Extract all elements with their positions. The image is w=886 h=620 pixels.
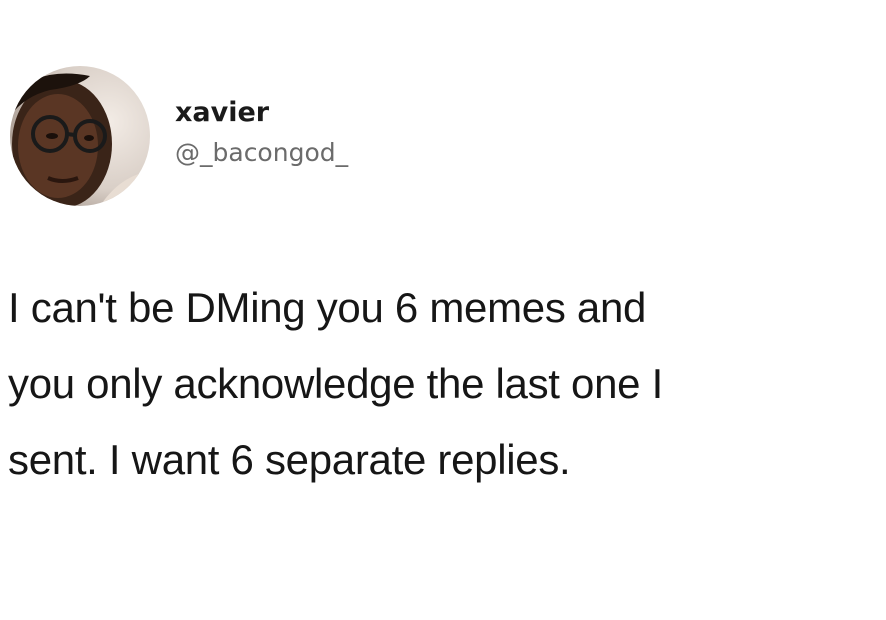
- tweet-text-line: you only acknowledge the last one I: [8, 360, 663, 407]
- tweet-text: I can't be DMing you 6 memes and you onl…: [8, 270, 878, 498]
- tweet-header: xavier @_bacongod_: [10, 66, 348, 206]
- author-handle[interactable]: @_bacongod_: [175, 136, 348, 170]
- author-display-name[interactable]: xavier: [175, 96, 348, 130]
- tweet-text-line: sent. I want 6 separate replies.: [8, 436, 571, 483]
- avatar[interactable]: [10, 66, 150, 206]
- tweet-text-line: I can't be DMing you 6 memes and: [8, 284, 647, 331]
- author-info: xavier @_bacongod_: [175, 96, 348, 170]
- avatar-photo-icon: [10, 66, 150, 206]
- tweet-card: xavier @_bacongod_ I can't be DMing you …: [0, 0, 886, 620]
